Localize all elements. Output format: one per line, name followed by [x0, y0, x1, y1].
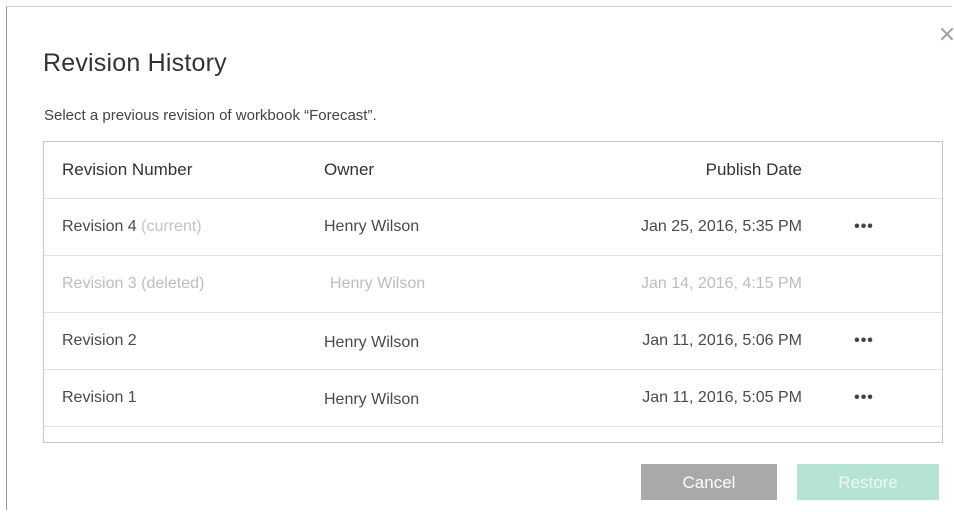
table-row[interactable]: Revision 1 Henry Wilson Jan 11, 2016, 5:… [44, 370, 942, 427]
table-header-row: Revision Number Owner Publish Date [44, 142, 942, 199]
column-header-publish-date: Publish Date [705, 160, 802, 179]
more-options-icon[interactable]: ••• [852, 199, 876, 255]
current-tag: (current) [141, 218, 202, 235]
revision-history-dialog: × Revision History Select a previous rev… [6, 6, 954, 510]
dialog-title: Revision History [43, 49, 227, 77]
publish-date-cell: Jan 14, 2016, 4:15 PM [641, 275, 802, 292]
owner-cell: Henry Wilson [324, 334, 420, 351]
cancel-button[interactable]: Cancel [641, 464, 777, 500]
column-header-owner: Owner [324, 160, 375, 179]
revision-label: Revision 4 [62, 218, 137, 235]
revision-table: Revision Number Owner Publish Date Revis… [43, 141, 943, 443]
close-icon[interactable]: × [936, 24, 954, 46]
more-options-icon[interactable]: ••• [852, 313, 876, 369]
revision-label: Revision 3 [62, 275, 137, 292]
publish-date-cell: Jan 25, 2016, 5:35 PM [641, 218, 802, 235]
revision-cell: Revision 2 [62, 332, 137, 349]
column-header-revision: Revision Number [62, 160, 193, 179]
more-options-icon[interactable]: ••• [852, 370, 876, 426]
owner-cell: Henry Wilson [324, 391, 420, 408]
table-row[interactable]: Revision 2 Henry Wilson Jan 11, 2016, 5:… [44, 313, 942, 370]
revision-cell: Revision 4 (current) [62, 199, 202, 255]
revision-cell: Revision 1 [62, 389, 137, 406]
table-row[interactable]: Revision 4 (current) Henry Wilson Jan 25… [44, 199, 942, 256]
table-row: Revision 3 (deleted) Henry Wilson Jan 14… [44, 256, 942, 313]
revision-cell: Revision 3 (deleted) [62, 256, 204, 312]
publish-date-cell: Jan 11, 2016, 5:06 PM [642, 332, 802, 349]
owner-cell: Henry Wilson [324, 218, 420, 235]
owner-cell: Henry Wilson [330, 275, 426, 292]
restore-button[interactable]: Restore [797, 464, 939, 500]
publish-date-cell: Jan 11, 2016, 5:05 PM [642, 389, 802, 406]
deleted-tag: (deleted) [141, 275, 205, 292]
dialog-subtitle: Select a previous revision of workbook “… [44, 107, 377, 124]
